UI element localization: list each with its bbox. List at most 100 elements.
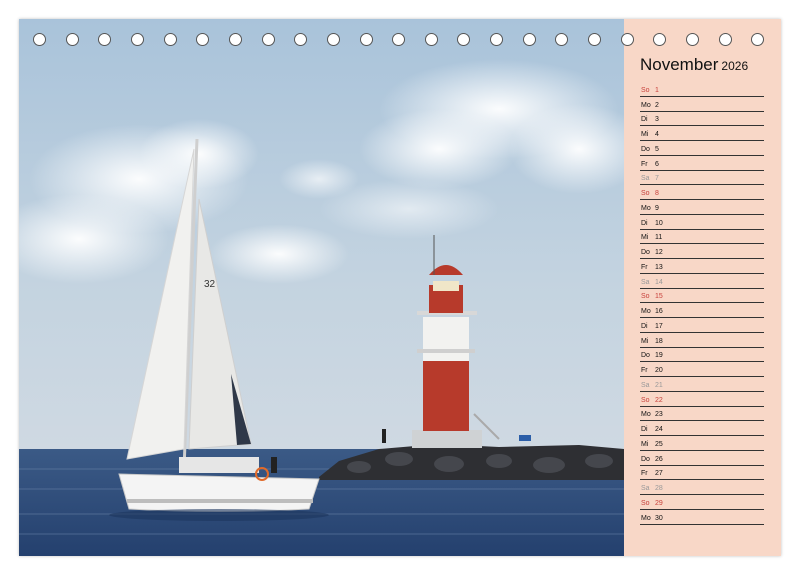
day-row: Di 17 <box>640 318 764 333</box>
day-row: Sa 28 <box>640 480 764 495</box>
day-row: Fr 27 <box>640 466 764 481</box>
day-number: 26 <box>655 455 663 463</box>
weekday-label: So <box>641 190 650 197</box>
weekday-label: Mo <box>641 411 651 419</box>
day-number: 13 <box>655 263 663 271</box>
day-number: 30 <box>655 514 663 522</box>
binding-hole <box>98 33 112 46</box>
day-row: Do 5 <box>640 141 764 156</box>
day-number: 20 <box>655 367 663 374</box>
day-row: Mo 16 <box>640 303 764 318</box>
month-name: November <box>640 55 719 74</box>
sail-number: 32 <box>204 279 216 290</box>
day-number: 21 <box>655 381 663 389</box>
day-row: So 15 <box>640 289 764 304</box>
spiral-binding-holes <box>19 33 781 51</box>
binding-hole <box>718 33 732 46</box>
weekday-label: Do <box>641 249 650 256</box>
binding-hole <box>686 33 699 46</box>
binding-hole <box>653 33 667 46</box>
weekday-label: Do <box>641 145 650 153</box>
day-row: Di 3 <box>640 112 764 127</box>
weekday-label: Mi <box>641 131 649 138</box>
day-number: 23 <box>655 411 663 419</box>
day-number: 16 <box>655 308 663 315</box>
day-row: So 22 <box>640 392 764 407</box>
binding-hole <box>392 33 406 46</box>
weekday-label: Mi <box>641 440 649 448</box>
day-number: 27 <box>655 470 663 478</box>
day-number: 25 <box>655 440 663 448</box>
binding-hole <box>261 33 275 46</box>
binding-hole <box>490 33 504 46</box>
day-number: 24 <box>655 426 663 433</box>
binding-hole <box>196 33 210 46</box>
binding-hole <box>588 33 602 46</box>
binding-hole <box>326 33 340 46</box>
day-row: Mi 18 <box>640 333 764 348</box>
weekday-label: Sa <box>641 381 650 389</box>
weekday-label: Mo <box>641 101 651 109</box>
binding-hole <box>65 33 79 46</box>
day-number: 6 <box>655 160 659 168</box>
binding-hole <box>359 33 373 46</box>
day-row: Sa 7 <box>640 171 764 186</box>
weekday-label: Di <box>641 322 648 330</box>
day-number: 9 <box>655 204 659 212</box>
day-number: 10 <box>655 219 663 227</box>
weekday-label: Do <box>641 455 650 463</box>
day-number: 18 <box>655 337 663 345</box>
day-row: Di 24 <box>640 421 764 436</box>
weekday-label: Di <box>641 219 648 227</box>
binding-hole <box>555 33 569 46</box>
day-number: 17 <box>655 322 663 330</box>
binding-hole <box>751 33 765 46</box>
day-row: Sa 21 <box>640 377 764 392</box>
day-row: Sa 14 <box>640 274 764 289</box>
weekday-label: Mo <box>641 204 651 212</box>
day-number: 8 <box>655 190 659 197</box>
weekday-label: So <box>641 396 650 404</box>
weekday-label: Mo <box>641 308 651 315</box>
day-row: Fr 13 <box>640 259 764 274</box>
lighthouse-sailboat-image: 32 <box>19 19 624 556</box>
day-number: 15 <box>655 293 663 301</box>
weekday-label: Fr <box>641 160 648 168</box>
day-list: So 1 Mo 2 Di 3 Mi 4 Do 5 Fr 6 Sa 7 So 8 Mo 9 Di 10 Mi 11 Do 12 F… <box>640 82 764 525</box>
weekday-label: Fr <box>641 470 648 478</box>
day-row: So 1 <box>640 82 764 97</box>
binding-hole <box>33 33 46 46</box>
day-number: 29 <box>655 499 663 507</box>
day-number: 19 <box>655 352 663 360</box>
day-number: 14 <box>655 278 663 286</box>
day-row: Mo 30 <box>640 510 764 525</box>
weekday-label: Di <box>641 116 648 124</box>
weekday-label: Sa <box>641 175 650 183</box>
weekday-label: Mi <box>641 337 649 345</box>
weekday-label: Fr <box>641 263 648 271</box>
binding-hole <box>228 33 242 46</box>
day-row: Mi 11 <box>640 230 764 245</box>
day-row: Do 26 <box>640 451 764 466</box>
weekday-label: So <box>641 293 650 301</box>
binding-hole <box>522 33 536 46</box>
year-label: 2026 <box>721 59 749 73</box>
day-row: Do 12 <box>640 244 764 259</box>
calendar-photo: 32 <box>19 19 624 556</box>
month-title: November 2026 <box>640 55 748 75</box>
day-row: Mo 23 <box>640 407 764 422</box>
day-row: Mo 9 <box>640 200 764 215</box>
binding-hole <box>130 33 144 46</box>
day-number: 2 <box>655 101 659 109</box>
binding-hole <box>163 33 177 46</box>
weekday-label: Do <box>641 352 650 360</box>
day-row: Fr 20 <box>640 362 764 377</box>
day-row: Mi 25 <box>640 436 764 451</box>
binding-hole <box>424 33 438 46</box>
weekday-label: Fr <box>641 367 648 374</box>
weekday-label: Sa <box>641 278 650 286</box>
day-row: Mi 4 <box>640 126 764 141</box>
day-row: Mo 2 <box>640 97 764 112</box>
day-number: 7 <box>655 175 659 183</box>
binding-hole <box>457 33 471 46</box>
